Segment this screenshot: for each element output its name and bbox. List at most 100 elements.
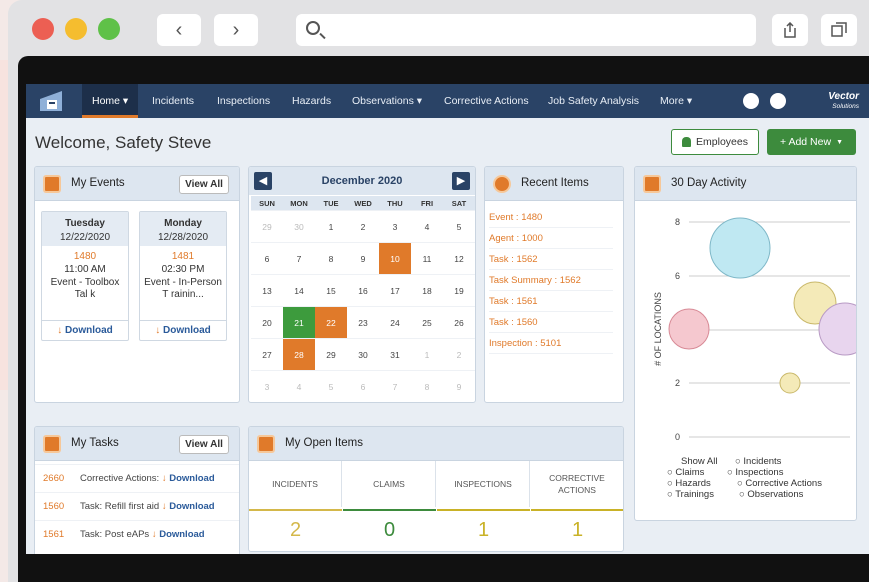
calendar-day[interactable]: 18 [411,274,443,306]
minimize-dot[interactable] [65,18,87,40]
calendar-day[interactable]: 24 [379,306,411,338]
close-dot[interactable] [32,18,54,40]
user-avatar-icon[interactable] [770,93,786,109]
calendar-day[interactable]: 6 [347,370,379,402]
nav-inspections[interactable]: Inspections [217,84,270,118]
calendar-day[interactable]: 11 [411,242,443,274]
task-download-link[interactable]: Download [159,529,204,540]
nav-incidents[interactable]: Incidents [152,84,194,118]
legend-inspections[interactable]: ○ Inspections [727,467,783,478]
calendar-day[interactable]: 13 [251,274,283,306]
calendar-day[interactable]: 29 [251,210,283,242]
calendar-day[interactable]: 30 [347,338,379,370]
recent-item[interactable]: Event : 1480 [489,207,613,228]
calendar-day[interactable]: 1 [315,210,347,242]
nav-job-safety-analysis[interactable]: Job Safety Analysis [548,84,639,118]
maximize-dot[interactable] [98,18,120,40]
calendar-day[interactable]: 12 [443,242,475,274]
back-button[interactable]: ‹ [157,14,201,46]
open-items-count[interactable]: 2 [249,509,342,549]
bubble-mark[interactable] [779,372,801,394]
calendar-next-button[interactable]: ▶ [452,172,470,190]
calendar-day[interactable]: 25 [411,306,443,338]
calendar-day[interactable]: 19 [443,274,475,306]
calendar-day[interactable]: 8 [411,370,443,402]
calendar-day[interactable]: 30 [283,210,315,242]
calendar-day[interactable]: 9 [443,370,475,402]
calendar-day[interactable]: 27 [251,338,283,370]
nav-more[interactable]: More ▾ [660,84,692,118]
address-bar[interactable] [296,14,756,46]
calendar-day[interactable]: 10 [379,242,411,274]
calendar-day[interactable]: 3 [379,210,411,242]
calendar-day[interactable]: 1 [411,338,443,370]
calendar-day[interactable]: 20 [251,306,283,338]
calendar-day[interactable]: 23 [347,306,379,338]
event-download-link[interactable]: ↓ Download [42,320,128,340]
forward-button[interactable]: › [214,14,258,46]
task-download-link[interactable]: Download [169,501,214,512]
event-card[interactable]: Tuesday 12/22/2020 1480 11:00 AM Event - … [41,211,129,341]
add-new-button[interactable]: + Add New ▼ [767,129,856,155]
task-download-link[interactable]: Download [169,473,214,484]
calendar-day[interactable]: 26 [443,306,475,338]
recent-item[interactable]: Task : 1561 [489,291,613,312]
calendar-day[interactable]: 4 [283,370,315,402]
task-row[interactable]: 2660 Corrective Actions: ↓ Download [35,464,239,492]
bubble-mark[interactable] [668,308,710,350]
event-download-link[interactable]: ↓ Download [140,320,226,340]
nav-hazards[interactable]: Hazards [292,84,331,118]
share-button[interactable] [772,14,808,46]
calendar-day[interactable]: 22 [315,306,347,338]
calendar-day[interactable]: 7 [283,242,315,274]
legend-claims[interactable]: ○ Claims [667,467,704,478]
open-items-count[interactable]: 0 [343,509,436,549]
calendar-day[interactable]: 15 [315,274,347,306]
calendar-day[interactable]: 28 [283,338,315,370]
recent-item[interactable]: Task : 1562 [489,249,613,270]
nav-observations[interactable]: Observations ▾ [352,84,422,118]
legend-hazards[interactable]: ○ Hazards [667,478,711,489]
tasks-view-all-button[interactable]: View All [179,435,229,454]
recent-item[interactable]: Task Summary : 1562 [489,270,613,291]
legend-corrective-actions[interactable]: ○ Corrective Actions [737,478,822,489]
legend-trainings[interactable]: ○ Trainings [667,489,714,500]
calendar-day[interactable]: 5 [315,370,347,402]
calendar-day[interactable]: 3 [251,370,283,402]
task-row[interactable]: 1561 Task: Post eAPs ↓ Download [35,520,239,548]
y-tick: 8 [675,217,680,227]
calendar-day[interactable]: 2 [443,338,475,370]
events-view-all-button[interactable]: View All [179,175,229,194]
recent-item[interactable]: Agent : 1000 [489,228,613,249]
calendar-day[interactable]: 17 [379,274,411,306]
calendar-day[interactable]: 14 [283,274,315,306]
open-items-count[interactable]: 1 [531,509,623,549]
caret-down-icon: ▼ [836,138,843,146]
calendar-day[interactable]: 16 [347,274,379,306]
calendar-day[interactable]: 31 [379,338,411,370]
recent-item[interactable]: Task : 1560 [489,312,613,333]
calendar-day[interactable]: 5 [443,210,475,242]
legend-observations[interactable]: ○ Observations [739,489,803,500]
bubble-mark[interactable] [709,217,771,279]
nav-home[interactable]: Home ▾ [82,84,139,118]
employees-button[interactable]: Employees [671,129,759,155]
calendar-day[interactable]: 4 [411,210,443,242]
apps-grid-icon[interactable] [743,93,759,109]
open-items-column-label: INCIDENTS [249,461,342,507]
legend-show-all[interactable]: Show All [681,456,717,467]
tabs-button[interactable] [821,14,857,46]
calendar-day[interactable]: 9 [347,242,379,274]
calendar-day[interactable]: 8 [315,242,347,274]
legend-incidents[interactable]: ○ Incidents [735,456,781,467]
recent-item[interactable]: Inspection : 5101 [489,333,613,354]
task-row[interactable]: 1560 Task: Refill first aid ↓ Download [35,492,239,520]
open-items-count[interactable]: 1 [437,509,530,549]
calendar-day[interactable]: 6 [251,242,283,274]
nav-corrective-actions[interactable]: Corrective Actions [444,84,529,118]
calendar-day[interactable]: 7 [379,370,411,402]
event-card[interactable]: Monday 12/28/2020 1481 02:30 PM Event - I… [139,211,227,341]
calendar-day[interactable]: 21 [283,306,315,338]
calendar-day[interactable]: 29 [315,338,347,370]
calendar-day[interactable]: 2 [347,210,379,242]
